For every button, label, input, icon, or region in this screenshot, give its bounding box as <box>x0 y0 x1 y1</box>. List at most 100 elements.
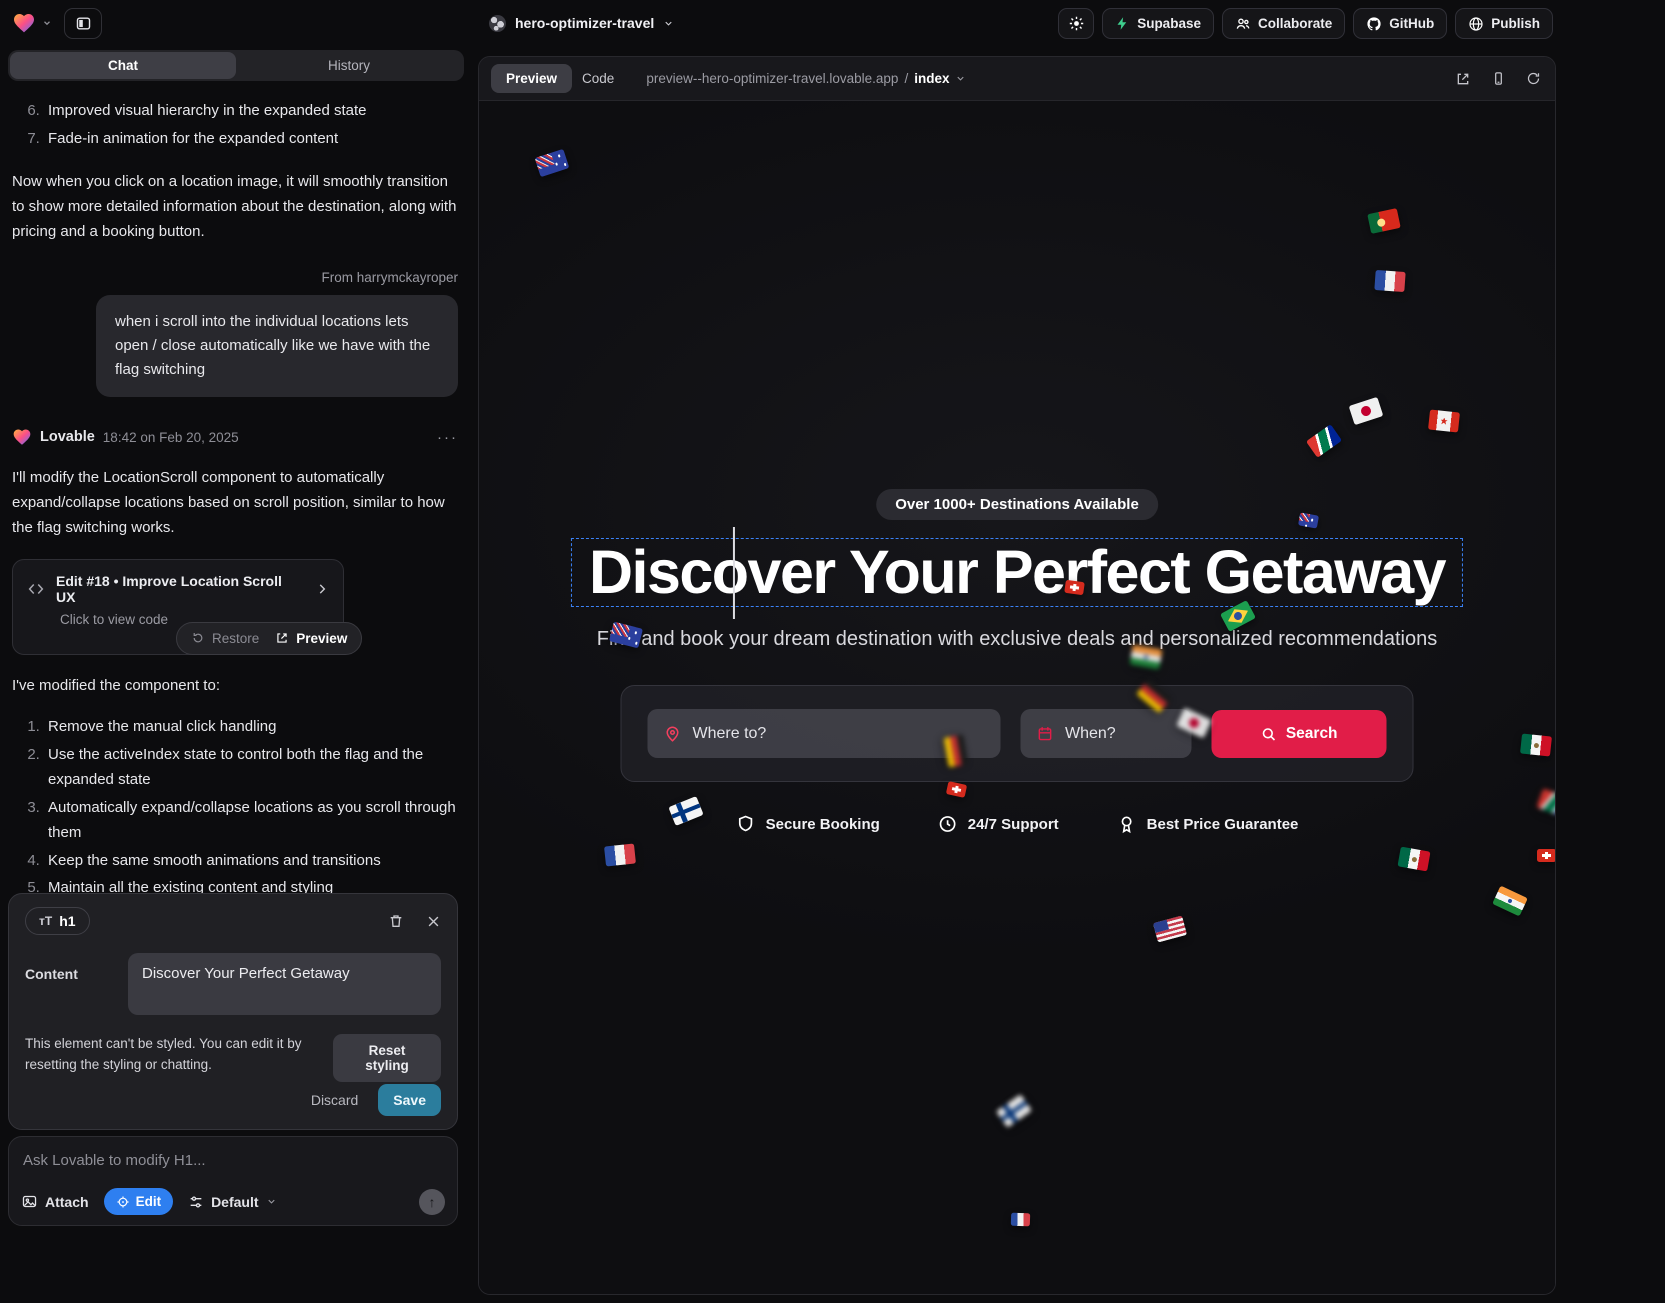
shield-icon <box>736 814 756 834</box>
content-input[interactable]: Discover Your Perfect Getaway <box>128 953 441 1015</box>
editor-header: ᴛT h1 <box>25 907 441 935</box>
toggle-sidebar-button[interactable] <box>64 8 102 39</box>
refresh-preview-button[interactable] <box>1526 71 1541 87</box>
lovable-logo-icon[interactable] <box>12 11 36 35</box>
assistant-paragraph: I'll modify the LocationScroll component… <box>12 466 458 540</box>
restore-icon <box>191 631 205 645</box>
trash-icon <box>388 913 404 929</box>
editor-actions: Discard Save <box>311 1084 441 1116</box>
users-icon <box>1235 16 1251 32</box>
assistant-list-top: Improved visual hierarchy in the expande… <box>12 98 458 151</box>
external-link-icon <box>1455 71 1471 87</box>
chat-messages[interactable]: Improved visual hierarchy in the expande… <box>0 88 472 893</box>
list-item: Keep the same smooth animations and tran… <box>44 848 458 874</box>
top-bar: hero-optimizer-travel Supabase <box>0 0 1665 46</box>
url-chevron-icon <box>955 73 966 84</box>
tab-chat[interactable]: Chat <box>10 52 236 79</box>
lovable-heart-icon <box>12 427 32 447</box>
edit-card-actions: Restore Preview <box>176 622 362 655</box>
gear-icon <box>1068 15 1085 32</box>
github-button[interactable]: GitHub <box>1353 8 1447 39</box>
send-button[interactable]: ↑ <box>419 1189 445 1215</box>
selected-heading[interactable]: Discover Your Perfect Getaway <box>571 538 1463 607</box>
chat-input[interactable]: Ask Lovable to modify H1... <box>23 1152 443 1169</box>
project-switcher[interactable]: hero-optimizer-travel <box>489 0 674 46</box>
chevron-down-icon <box>266 1196 277 1207</box>
feature-support: 24/7 Support <box>938 814 1059 834</box>
delete-element-button[interactable] <box>388 913 404 929</box>
chat-sidebar: Chat History Improved visual hierarchy i… <box>0 46 472 1303</box>
search-button[interactable]: Search <box>1212 710 1387 758</box>
github-icon <box>1366 16 1382 32</box>
preview-header: Preview Code preview--hero-optimizer-tra… <box>479 57 1555 101</box>
project-globe-icon <box>489 15 506 32</box>
edit-card-title: Edit #18 • Improve Location Scroll UX <box>56 573 304 605</box>
flag-india <box>1492 886 1528 917</box>
hero-subtitle: Find and book your dream destination wit… <box>597 628 1437 651</box>
flag-finland <box>996 1094 1032 1128</box>
flag-new-zealand <box>1298 512 1319 528</box>
flag-portugal <box>1367 208 1401 234</box>
publish-button[interactable]: Publish <box>1455 8 1553 39</box>
mode-selector[interactable]: Default <box>188 1194 276 1210</box>
flag-canada <box>1428 409 1460 432</box>
edit-mode-button[interactable]: Edit <box>104 1188 174 1215</box>
restore-button[interactable]: Restore <box>191 631 259 646</box>
top-bar-left <box>12 0 102 46</box>
assistant-steps-list: Remove the manual click handlingUse the … <box>12 714 458 893</box>
chevron-right-icon <box>315 582 329 596</box>
tab-preview[interactable]: Preview <box>491 64 572 93</box>
flag-mexico <box>1397 847 1430 872</box>
discard-button[interactable]: Discard <box>311 1092 358 1108</box>
preview-viewport[interactable]: Over 1000+ Destinations Available Discov… <box>479 101 1555 1294</box>
tab-history[interactable]: History <box>236 52 462 79</box>
open-in-new-tab-button[interactable] <box>1455 71 1471 87</box>
edit-card-header: Edit #18 • Improve Location Scroll UX <box>27 573 329 605</box>
close-editor-button[interactable] <box>426 913 441 929</box>
edit-card[interactable]: Edit #18 • Improve Location Scroll UX Cl… <box>12 559 344 655</box>
feature-best-price: Best Price Guarantee <box>1117 814 1299 834</box>
settings-button[interactable] <box>1058 8 1094 39</box>
sliders-icon <box>188 1194 204 1210</box>
flag-france <box>1011 1213 1030 1227</box>
reset-styling-button[interactable]: Reset styling <box>333 1034 441 1082</box>
flag-japan <box>1349 397 1384 425</box>
list-item: Fade-in animation for the expanded conte… <box>44 126 458 152</box>
mobile-view-button[interactable] <box>1491 71 1506 87</box>
collaborate-button[interactable]: Collaborate <box>1222 8 1345 39</box>
magnifier-icon <box>1261 726 1277 742</box>
styling-note: This element can't be styled. You can ed… <box>25 1034 333 1076</box>
list-item: Improved visual hierarchy in the expande… <box>44 98 458 124</box>
feature-secure-booking: Secure Booking <box>736 814 880 834</box>
clock-icon <box>938 814 958 834</box>
preview-actions <box>1455 71 1541 87</box>
project-chevron-icon <box>663 18 674 29</box>
content-label: Content <box>25 953 128 1015</box>
save-button[interactable]: Save <box>378 1084 441 1116</box>
flag-usa <box>1153 915 1187 942</box>
attach-button[interactable]: Attach <box>21 1193 89 1210</box>
when-input[interactable]: When? <box>1021 709 1192 758</box>
flag-switzerland <box>946 781 967 798</box>
image-icon <box>21 1193 38 1210</box>
list-item: Maintain all the existing content and st… <box>44 875 458 893</box>
list-item: Automatically expand/collapse locations … <box>44 795 458 846</box>
element-tag-badge[interactable]: ᴛT h1 <box>25 907 90 935</box>
composer-toolbar: Attach Edit Defaul <box>21 1188 445 1215</box>
where-input[interactable]: Where to? <box>648 709 1001 758</box>
flag-france <box>1374 270 1405 292</box>
flag-mexico <box>1520 733 1552 756</box>
sidebar-tabs: Chat History <box>8 50 464 81</box>
search-bar: Where to? When? Search <box>621 685 1414 782</box>
tab-code[interactable]: Code <box>572 64 624 93</box>
message-menu-button[interactable]: ··· <box>437 429 458 446</box>
feature-row: Secure Booking 24/7 Support Best Price G… <box>736 814 1299 834</box>
hero-title: Discover Your Perfect Getaway <box>589 542 1445 603</box>
logo-menu-chevron-icon[interactable] <box>42 18 52 28</box>
supabase-button[interactable]: Supabase <box>1102 8 1214 39</box>
preview-url[interactable]: preview--hero-optimizer-travel.lovable.a… <box>646 71 966 86</box>
assistant-paragraph: I've modified the component to: <box>12 674 458 699</box>
preview-edit-button[interactable]: Preview <box>275 631 347 646</box>
message-timestamp: 18:42 on Feb 20, 2025 <box>103 430 239 445</box>
flag-france <box>604 843 636 866</box>
